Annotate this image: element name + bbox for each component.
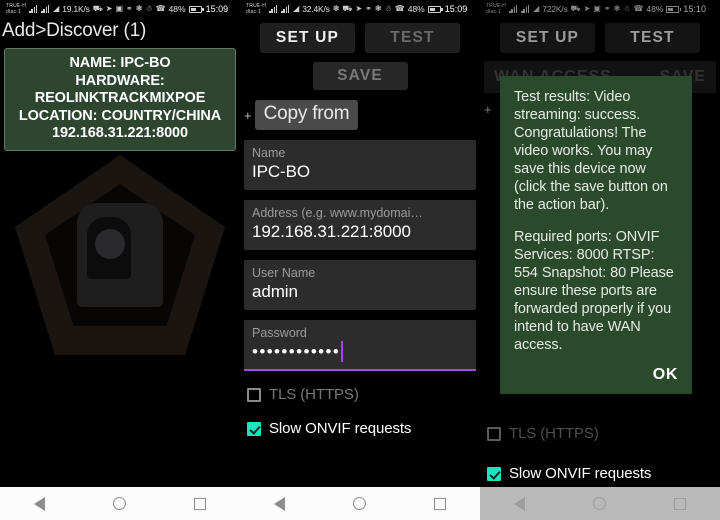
device-hardware-label: HARDWARE: (75, 72, 165, 89)
test-results-dialog: Test results: Video streaming: success. … (500, 76, 692, 394)
discovered-device-card[interactable]: NAME: IPC-BO HARDWARE: REOLINKTRACKMIXPO… (4, 48, 236, 151)
vpn-icon: ⛟ (342, 4, 353, 13)
test-button[interactable]: TEST (365, 23, 460, 53)
bluetooth-icon: ☃ (145, 4, 153, 13)
status-bar-2: TRUE-H dtac-1 ◢ 32.4K/s ❃ ⛟ ➤ ⚭ ❃ ☃ ☎ 48… (240, 0, 480, 18)
device-form: Name IPC-BO Address (e.g. www.mydomai… 1… (240, 130, 480, 371)
address-field-label: Address (e.g. www.mydomai… (252, 206, 423, 220)
wifi-icon: ◢ (53, 4, 60, 13)
do-not-disturb-icon: ❃ (135, 4, 143, 13)
android-nav-bar-2 (240, 487, 480, 520)
android-nav-bar-1 (0, 487, 240, 520)
call-icon: ☎ (155, 4, 166, 13)
battery-icon (188, 5, 204, 13)
panel-test-results: TRUE-H dtac-1 ◢ 722K/s ⛟ ➤ ▣ ⚭ ❃ ☃ ☎ 48%… (480, 0, 720, 520)
device-address-line: 192.168.31.221:8000 (52, 125, 188, 141)
key-icon: ⚭ (365, 4, 372, 13)
tls-checkbox[interactable] (247, 387, 261, 402)
network-speed-label: 19.1K/s (62, 4, 90, 14)
copy-from-row: + Copy from (240, 90, 480, 130)
password-field-value: •••••••••••• (252, 342, 341, 361)
page-title: Add>Discover (1) (2, 20, 147, 41)
name-field-label: Name (252, 146, 286, 160)
battery-percent-label: 48% (168, 4, 186, 14)
sync-icon: ❃ (332, 4, 340, 13)
carrier-line-2: dtac-1 (6, 9, 22, 15)
recent-square-icon[interactable] (194, 497, 206, 510)
back-triangle-icon[interactable] (514, 496, 525, 511)
home-circle-icon[interactable] (593, 497, 606, 510)
address-field[interactable]: Address (e.g. www.mydomai… 192.168.31.22… (244, 200, 476, 250)
home-circle-icon[interactable] (113, 497, 126, 510)
slow-onvif-checkbox[interactable] (487, 466, 501, 481)
carrier-label-1: TRUE-H dtac-1 (6, 3, 26, 15)
copy-from-button[interactable]: Copy from (254, 100, 359, 130)
battery-percent-label: 48% (407, 4, 425, 14)
carrier-line-2: dtac-1 (246, 9, 262, 15)
battery-icon (427, 5, 443, 13)
tls-checkbox-row[interactable]: TLS (HTTPS) (240, 380, 480, 403)
back-triangle-icon[interactable] (274, 496, 285, 511)
save-button-row: SAVE (240, 53, 480, 90)
tls-checkbox-label: TLS (HTTPS) (269, 386, 359, 403)
username-field[interactable]: User Name admin (244, 260, 476, 310)
test-results-paragraph-1: Test results: Video streaming: success. … (514, 89, 668, 213)
vpn-icon: ⛟ (92, 4, 103, 13)
plus-icon[interactable]: + (244, 109, 252, 122)
password-field-label: Password (252, 326, 307, 340)
slow-onvif-checkbox[interactable] (247, 421, 261, 436)
device-hardware-value: REOLINKTRACKMIXPOE (34, 90, 206, 106)
save-button[interactable]: SAVE (312, 62, 408, 90)
username-field-label: User Name (252, 266, 316, 280)
android-nav-bar-3 (480, 487, 720, 520)
signal-bars-icon-a (269, 5, 278, 13)
slow-onvif-checkbox-label: Slow ONVIF requests (269, 420, 412, 437)
test-results-paragraph-2: Required ports: ONVIF Services: 8000 RTS… (514, 229, 674, 353)
location-icon: ➤ (355, 4, 363, 13)
wifi-icon: ◢ (293, 4, 300, 13)
signal-bars-icon-b (41, 5, 50, 13)
signal-bars-icon-b (281, 5, 290, 13)
panel-discover: TRUE-H dtac-1 ◢ 19.1K/s ⛟ ➤ ▣ ⚭ ❃ ☃ ☎ 48… (0, 0, 240, 520)
carrier-label-2: TRUE-H dtac-1 (246, 3, 266, 15)
set-up-button[interactable]: SET UP (260, 23, 355, 53)
device-location-line: LOCATION: COUNTRY/CHINA (18, 107, 222, 124)
device-name-line: NAME: IPC-BO (69, 55, 171, 71)
text-cursor (341, 341, 344, 362)
network-speed-label: 32.4K/s (302, 4, 330, 14)
key-icon: ⚭ (126, 4, 133, 13)
signal-bars-icon-a (29, 5, 38, 13)
camera-pentagon-watermark (0, 140, 240, 370)
name-field-value: IPC-BO (252, 162, 310, 181)
slow-onvif-checkbox-label: Slow ONVIF requests (509, 465, 652, 482)
do-not-disturb-icon: ❃ (374, 4, 382, 13)
location-icon: ➤ (105, 4, 113, 13)
clock-label: 15:09 (444, 4, 468, 14)
clock-label: 15:09 (205, 4, 229, 14)
call-icon: ☎ (394, 4, 405, 13)
name-field[interactable]: Name IPC-BO (244, 140, 476, 190)
three-panel-screenshot: TRUE-H dtac-1 ◢ 19.1K/s ⛟ ➤ ▣ ⚭ ❃ ☃ ☎ 48… (0, 0, 720, 520)
back-triangle-icon[interactable] (34, 496, 45, 511)
ok-button[interactable]: OK (639, 364, 680, 386)
panel-device-form: TRUE-H dtac-1 ◢ 32.4K/s ❃ ⛟ ➤ ⚭ ❃ ☃ ☎ 48… (240, 0, 480, 520)
username-field-value: admin (252, 282, 298, 301)
slow-onvif-checkbox-row-3[interactable]: Slow ONVIF requests (480, 459, 651, 482)
password-field[interactable]: Password •••••••••••• (244, 320, 476, 371)
status-bar-1: TRUE-H dtac-1 ◢ 19.1K/s ⛟ ➤ ▣ ⚭ ❃ ☃ ☎ 48… (0, 0, 240, 18)
home-circle-icon[interactable] (353, 497, 366, 510)
address-field-value: 192.168.31.221:8000 (252, 222, 411, 241)
recent-square-icon[interactable] (434, 497, 446, 510)
screenshot-icon: ▣ (115, 4, 124, 13)
bluetooth-icon: ☃ (384, 4, 392, 13)
action-bar-2: SET UP TEST (240, 18, 480, 53)
recent-square-icon[interactable] (674, 497, 686, 510)
slow-onvif-checkbox-row[interactable]: Slow ONVIF requests (240, 403, 480, 437)
